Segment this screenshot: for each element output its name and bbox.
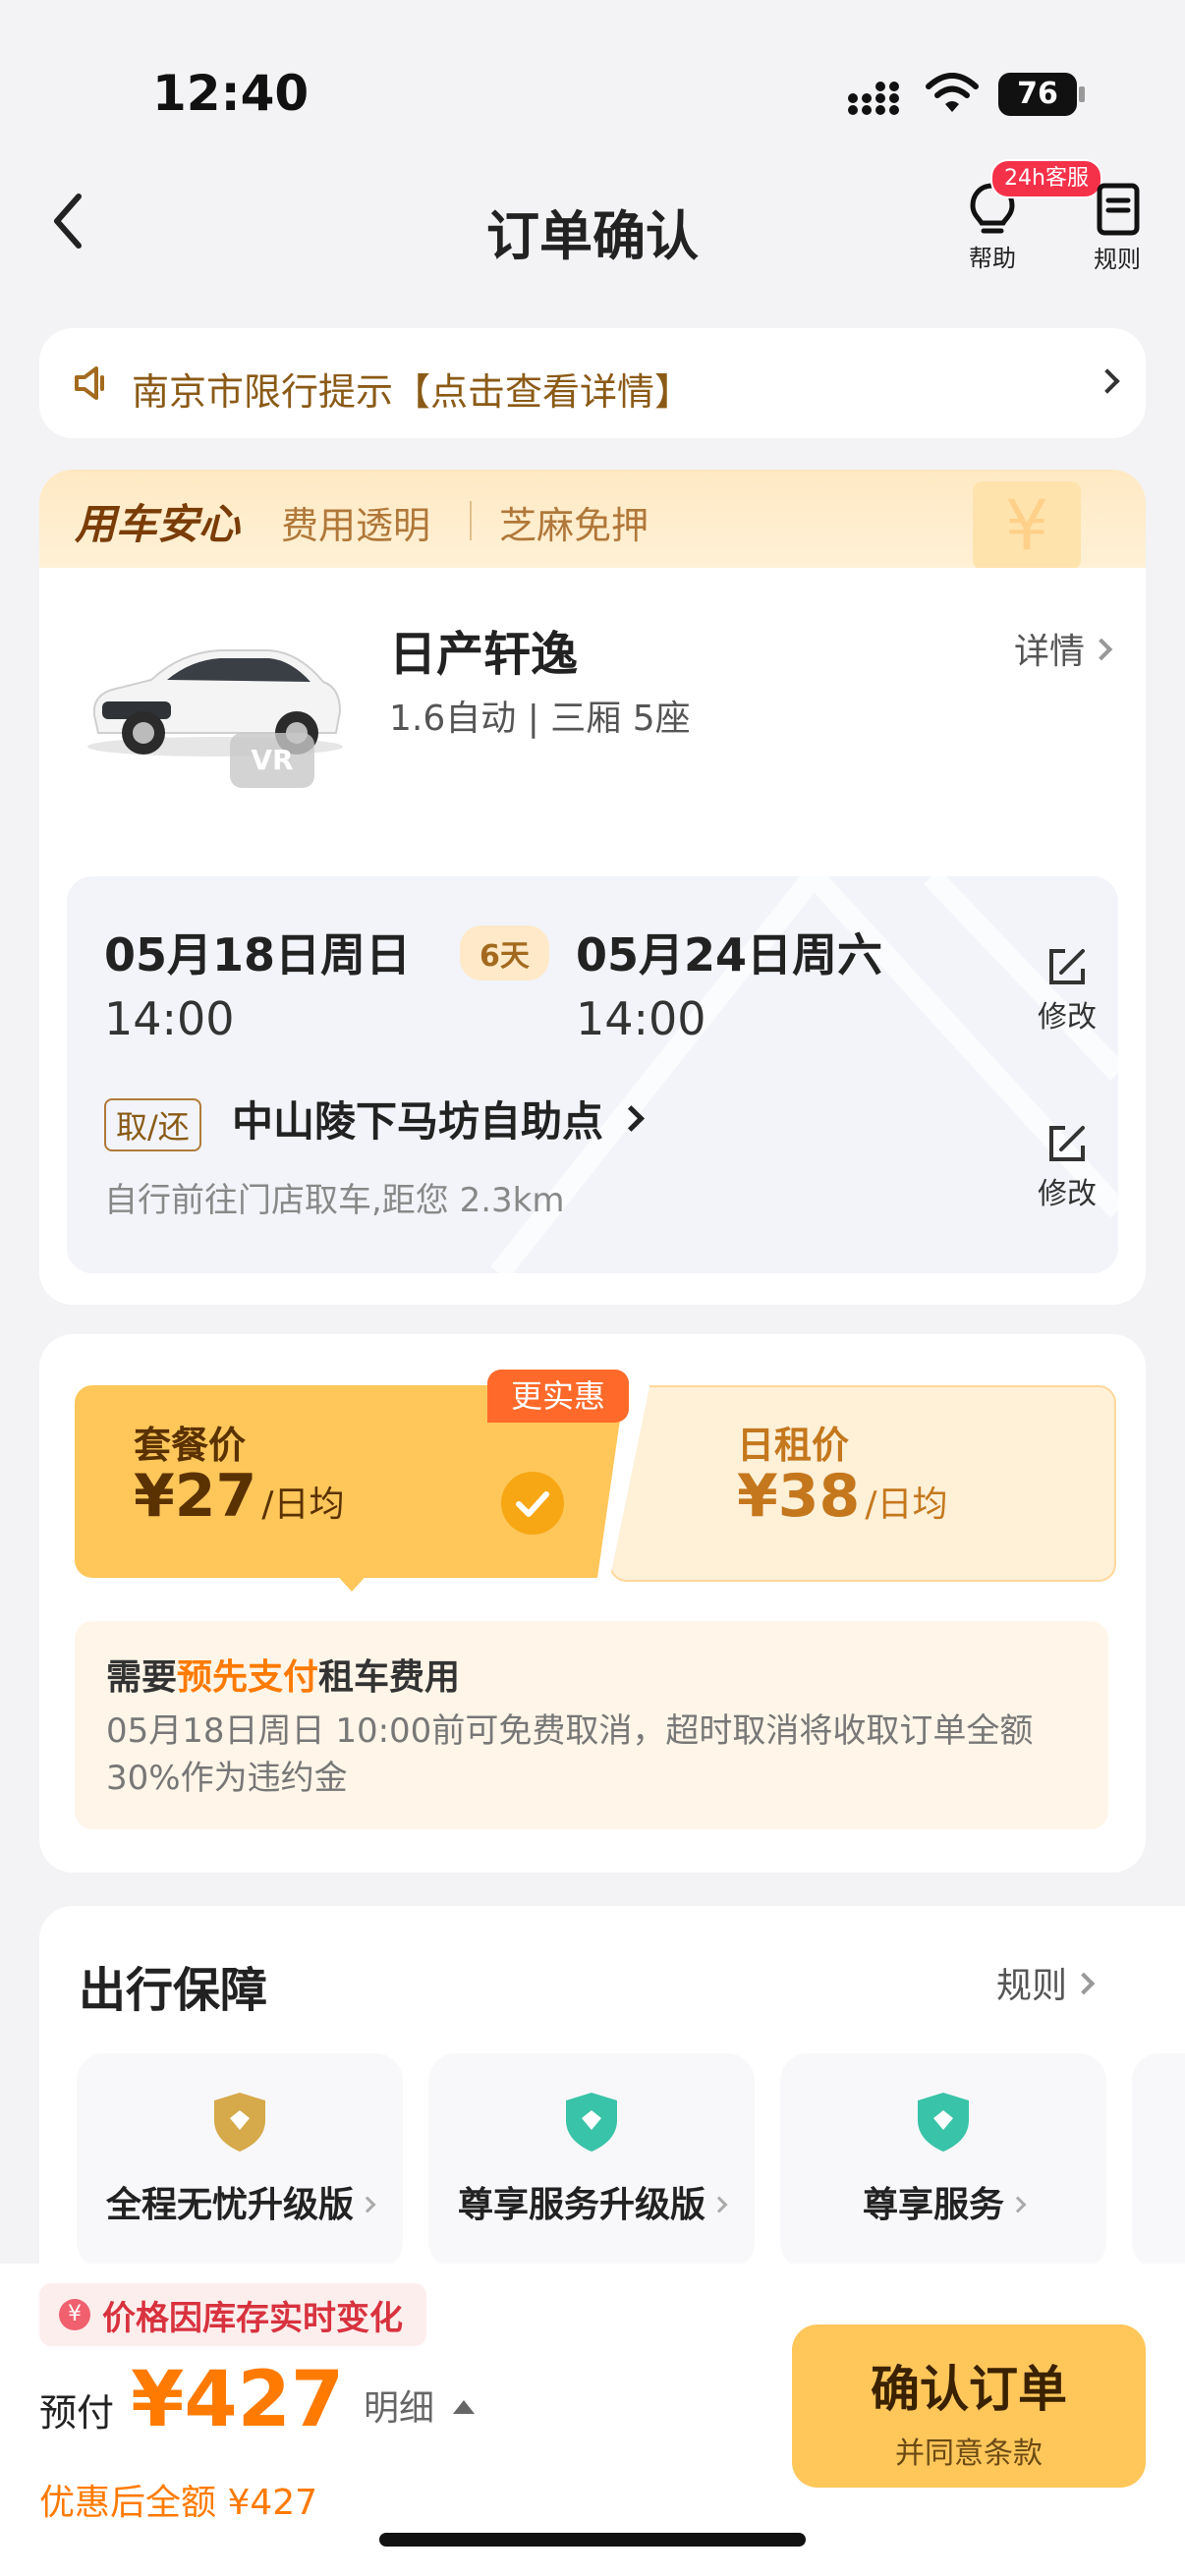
assurance-tag-deposit: 芝麻免押: [499, 504, 649, 547]
car-name: 日产轩逸: [389, 627, 579, 682]
confirm-order-button[interactable]: 确认订单 并同意条款: [792, 2324, 1146, 2488]
edit-time-button[interactable]: 修改: [1028, 945, 1106, 1053]
battery-level: 76: [1017, 77, 1058, 111]
wifi-icon: [926, 71, 979, 116]
guarantee-item-label: 全程无忧升级版: [105, 2185, 354, 2225]
traffic-notice[interactable]: 南京市限行提示【点击查看详情】: [39, 328, 1146, 438]
price-warning: ¥ 价格因库存实时变化: [39, 2283, 426, 2346]
better-deal-badge: 更实惠: [487, 1370, 630, 1423]
divider: [470, 501, 472, 540]
home-indicator: [379, 2533, 806, 2547]
detail-label: 明细: [364, 2388, 435, 2429]
location-desc: 自行前往门店取车,距您 2.3km: [104, 1181, 565, 1220]
discount-total: 优惠后全额 ¥427: [39, 2483, 318, 2523]
chevron-right-icon: [1090, 638, 1113, 661]
car-image: VR: [83, 617, 348, 788]
package-unit: /日均: [261, 1484, 345, 1525]
duration-badge: 6天: [460, 925, 549, 980]
location-link[interactable]: 中山陵下马坊自助点: [232, 1089, 646, 1148]
chevron-right-icon: [1072, 1972, 1096, 1995]
guarantee-item[interactable]: 全程无忧升级版 全额车损（含轮胎）: [77, 2053, 403, 2297]
yuan-circle-icon: ¥: [59, 2299, 90, 2330]
document-icon: [1097, 183, 1140, 236]
battery-cap: [1079, 86, 1085, 102]
assurance-tag-transparent: 费用透明: [281, 504, 431, 547]
edit-label: 修改: [1038, 1177, 1097, 1211]
shield-icon: [566, 2093, 617, 2152]
location-tag: 取/还: [104, 1098, 201, 1151]
edit-icon: [1049, 1126, 1085, 1161]
details-label: 详情: [1014, 632, 1086, 672]
vr-label: VR: [251, 744, 294, 776]
prepay-suffix: 租车费用: [318, 1657, 461, 1698]
car-details-link[interactable]: 详情: [1014, 623, 1122, 672]
confirm-sub: 并同意条款: [895, 2436, 1043, 2471]
selection-pointer: [332, 1570, 371, 1592]
prepay-prefix: 需要: [106, 1657, 178, 1698]
daily-unit: /日均: [865, 1484, 948, 1525]
prepay-title: 需要预先支付租车费用: [106, 1649, 460, 1700]
status-time: 12:40: [152, 65, 310, 122]
package-label: 套餐价: [134, 1424, 247, 1467]
guarantee-title: 出行保障: [79, 1963, 268, 2018]
price-warning-text: 价格因库存实时变化: [102, 2298, 403, 2338]
car-spec: 1.6自动 | 三厢 5座: [389, 699, 691, 739]
car-card: 用车安心 费用透明 芝麻免押 ¥ VR 日产轩逸 1.6自动 | 三厢 5座 详…: [39, 470, 1146, 1305]
guarantee-rules-link[interactable]: 规则: [996, 1957, 1114, 2006]
daily-amount: ¥38: [737, 1462, 861, 1531]
return-date: 05月24日周六: [576, 928, 883, 981]
caret-up-icon: [453, 2400, 476, 2414]
edit-icon: [1049, 949, 1085, 984]
help-label: 帮助: [969, 245, 1016, 272]
chevron-right-icon: [710, 2196, 728, 2213]
package-price: ¥27 /日均: [134, 1462, 344, 1531]
guarantee-item[interactable]: 尊享服务升级版 全额车损（含轮胎）: [428, 2053, 755, 2297]
signal-icon: [847, 77, 906, 116]
return-time: 14:00: [576, 992, 706, 1045]
edit-location-button[interactable]: 修改: [1028, 1122, 1106, 1230]
guarantee-item-label: 尊享服务升级版: [457, 2185, 705, 2225]
trip-box: 05月18日周日 14:00 6天 05月24日周六 14:00 修改 取/还 …: [67, 876, 1118, 1273]
price-detail-toggle[interactable]: 明细: [364, 2380, 476, 2438]
pricing-card: 套餐价 ¥27 /日均 更实惠 日租价 ¥38 /日均 需要预先支付租车费用 0…: [39, 1334, 1146, 1873]
shield-icon: [214, 2093, 265, 2152]
guarantee-item-partial: [1132, 2053, 1185, 2269]
guarantee-rules-label: 规则: [996, 1966, 1068, 2006]
rules-label: 规则: [1094, 246, 1141, 273]
notice-text: 南京市限行提示【点击查看详情】: [132, 370, 693, 414]
car-panel: VR 日产轩逸 1.6自动 | 三厢 5座 详情 05月18日周日 14:00 …: [39, 568, 1146, 1305]
cancel-policy: 05月18日周日 10:00前可免费取消，超时取消将收取订单全额30%作为违约金: [106, 1711, 1034, 1798]
package-amount: ¥27: [134, 1462, 257, 1531]
chevron-right-icon: [618, 1105, 646, 1132]
check-icon: [501, 1472, 564, 1535]
prepay-info: 需要预先支付租车费用 05月18日周日 10:00前可免费取消，超时取消将收取订…: [75, 1621, 1108, 1829]
daily-label: 日租价: [737, 1424, 850, 1467]
bottom-bar: ¥ 价格因库存实时变化 预付 ¥427 明细 优惠后全额 ¥427 确认订单 并…: [0, 2264, 1185, 2576]
chevron-right-icon: [1009, 2196, 1027, 2213]
chevron-right-icon: [1095, 368, 1120, 394]
yuan-icon: ¥: [973, 481, 1081, 570]
location-name: 中山陵下马坊自助点: [232, 1097, 604, 1146]
battery-icon: 76: [998, 73, 1077, 116]
rules-button[interactable]: 规则: [1083, 179, 1152, 277]
assurance-brand: 用车安心: [75, 500, 241, 548]
guarantee-item[interactable]: 尊享服务 全额车损（含轮胎）: [780, 2053, 1106, 2297]
vr-badge[interactable]: VR: [230, 733, 314, 788]
chevron-right-icon: [359, 2196, 376, 2213]
shield-icon: [918, 2093, 969, 2152]
prepay-row: 预付 ¥427: [39, 2356, 344, 2444]
prepay-amount: ¥427: [131, 2356, 345, 2444]
edit-label: 修改: [1038, 1000, 1097, 1035]
pickup-time: 14:00: [104, 992, 235, 1045]
daily-price: ¥38 /日均: [737, 1462, 947, 1531]
prepay-highlight: 预先支付: [177, 1657, 319, 1698]
prepay-label: 预付: [39, 2391, 115, 2435]
pickup-date: 05月18日周日: [104, 928, 412, 981]
guarantee-item-label: 尊享服务: [862, 2185, 1004, 2225]
confirm-label: 确认订单: [871, 2361, 1067, 2418]
speaker-icon: [75, 366, 104, 400]
